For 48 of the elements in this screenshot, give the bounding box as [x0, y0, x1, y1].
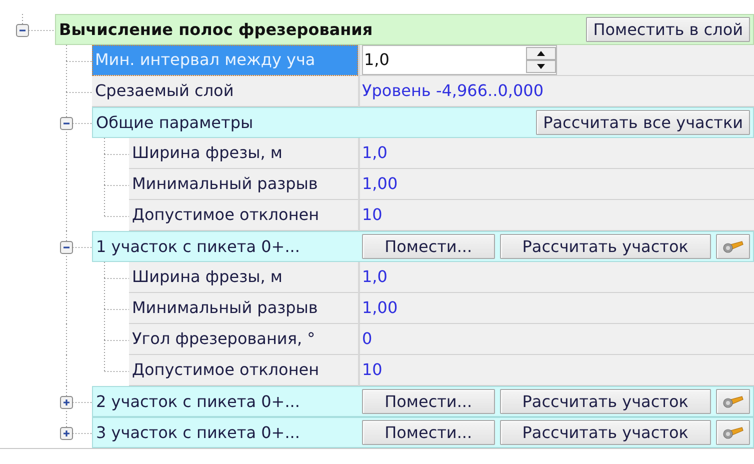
- group-label[interactable]: Общие параметры: [93, 113, 359, 132]
- action-button[interactable]: Рассчитать все участки: [536, 110, 750, 135]
- property-label[interactable]: Допустимое отклонен: [129, 355, 358, 386]
- action-button[interactable]: Рассчитать участок: [500, 420, 712, 445]
- tree-line: [22, 14, 55, 31]
- expand-toggle[interactable]: [60, 396, 73, 409]
- group-label[interactable]: 2 участок с пикета 0+...: [93, 392, 359, 411]
- property-value: 0: [362, 328, 372, 350]
- tree-line: [66, 293, 129, 324]
- flashlight-button[interactable]: [716, 389, 750, 414]
- collapse-toggle[interactable]: [60, 241, 73, 254]
- tree-line: [66, 324, 129, 355]
- property-value: 10: [362, 204, 382, 226]
- action-button[interactable]: Рассчитать участок: [500, 234, 712, 259]
- spinner-icon[interactable]: [526, 47, 556, 73]
- group-label[interactable]: 1 участок с пикета 0+...: [93, 237, 359, 256]
- property-label[interactable]: Ширина фрезы, м: [129, 138, 358, 169]
- property-value: Уровень -4,966..0,000: [362, 80, 544, 102]
- property-value: 10: [362, 359, 382, 381]
- property-value: 1,00: [362, 173, 398, 195]
- action-button[interactable]: Поместить в слой: [586, 17, 750, 42]
- property-value: 1,00: [362, 297, 398, 319]
- flashlight-icon: [722, 394, 744, 408]
- flashlight-button[interactable]: [716, 420, 750, 445]
- property-label[interactable]: Минимальный разрыв: [129, 293, 358, 324]
- action-button[interactable]: Помести...: [362, 420, 495, 445]
- property-label[interactable]: Ширина фрезы, м: [129, 262, 358, 293]
- action-button[interactable]: Помести...: [362, 389, 495, 414]
- flashlight-icon: [722, 240, 744, 254]
- property-label[interactable]: Допустимое отклонен: [129, 200, 358, 231]
- tree-line: [66, 169, 129, 200]
- expand-toggle[interactable]: [60, 427, 73, 440]
- property-label[interactable]: Срезаемый слой: [92, 76, 358, 107]
- property-label[interactable]: Минимальный разрыв: [129, 169, 358, 200]
- flashlight-button[interactable]: [716, 234, 750, 259]
- group-label[interactable]: 3 участок с пикета 0+...: [93, 423, 359, 442]
- collapse-toggle[interactable]: [60, 117, 73, 130]
- spin-field[interactable]: 1,0: [362, 45, 557, 75]
- section-title[interactable]: Вычисление полос фрезерования: [56, 20, 373, 39]
- tree-line: [66, 45, 92, 76]
- action-button[interactable]: Рассчитать участок: [500, 389, 712, 414]
- property-value: 1,0: [362, 142, 388, 164]
- action-button[interactable]: Помести...: [362, 234, 495, 259]
- tree-line: [66, 76, 92, 107]
- property-value: 1,0: [362, 266, 388, 288]
- collapse-toggle[interactable]: [16, 24, 29, 37]
- flashlight-icon: [722, 426, 744, 440]
- property-label[interactable]: Угол фрезерования, °: [129, 324, 358, 355]
